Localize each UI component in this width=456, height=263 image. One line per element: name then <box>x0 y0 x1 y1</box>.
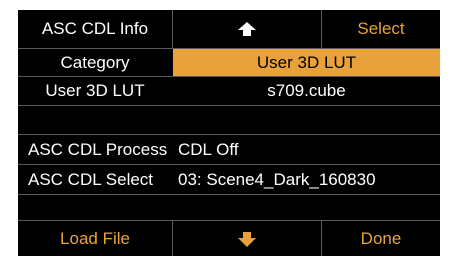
category-row[interactable]: Category User 3D LUT <box>18 49 440 76</box>
scroll-up-button[interactable] <box>173 10 321 48</box>
page-title: ASC CDL Info <box>41 19 149 38</box>
asc-cdl-process-row[interactable]: ASC CDL Process CDL Off <box>18 135 440 164</box>
footer-bar: Load File Done <box>18 221 440 256</box>
asc-cdl-info-screen: ASC CDL Info Select Category User 3D LUT… <box>18 10 440 256</box>
header-bar: ASC CDL Info Select <box>18 10 440 48</box>
user-3d-lut-value: s709.cube <box>267 81 346 100</box>
asc-cdl-select-row[interactable]: ASC CDL Select 03: Scene4_Dark_160830 <box>18 165 440 194</box>
asc-cdl-select-value: 03: Scene4_Dark_160830 <box>178 169 376 189</box>
user-3d-lut-label: User 3D LUT <box>45 81 145 100</box>
up-arrow-icon <box>238 22 256 36</box>
empty-row <box>18 106 440 134</box>
down-arrow-icon <box>238 231 256 247</box>
asc-cdl-process-label: ASC CDL Process <box>28 139 168 159</box>
asc-cdl-process-value: CDL Off <box>178 139 239 159</box>
asc-cdl-select-label: ASC CDL Select <box>28 169 154 189</box>
done-button[interactable]: Done <box>322 221 440 256</box>
footer-divider-1 <box>172 221 173 256</box>
select-button[interactable]: Select <box>322 10 440 48</box>
category-value[interactable]: User 3D LUT <box>173 49 440 76</box>
footer-divider-2 <box>321 221 322 256</box>
user-3d-lut-row[interactable]: User 3D LUT s709.cube <box>18 77 440 105</box>
scroll-down-button[interactable] <box>173 221 321 256</box>
load-file-button[interactable]: Load File <box>18 221 172 256</box>
empty-row <box>18 195 440 220</box>
header-divider-2 <box>321 10 322 48</box>
category-label: Category <box>60 52 130 72</box>
header-divider-1 <box>172 10 173 48</box>
